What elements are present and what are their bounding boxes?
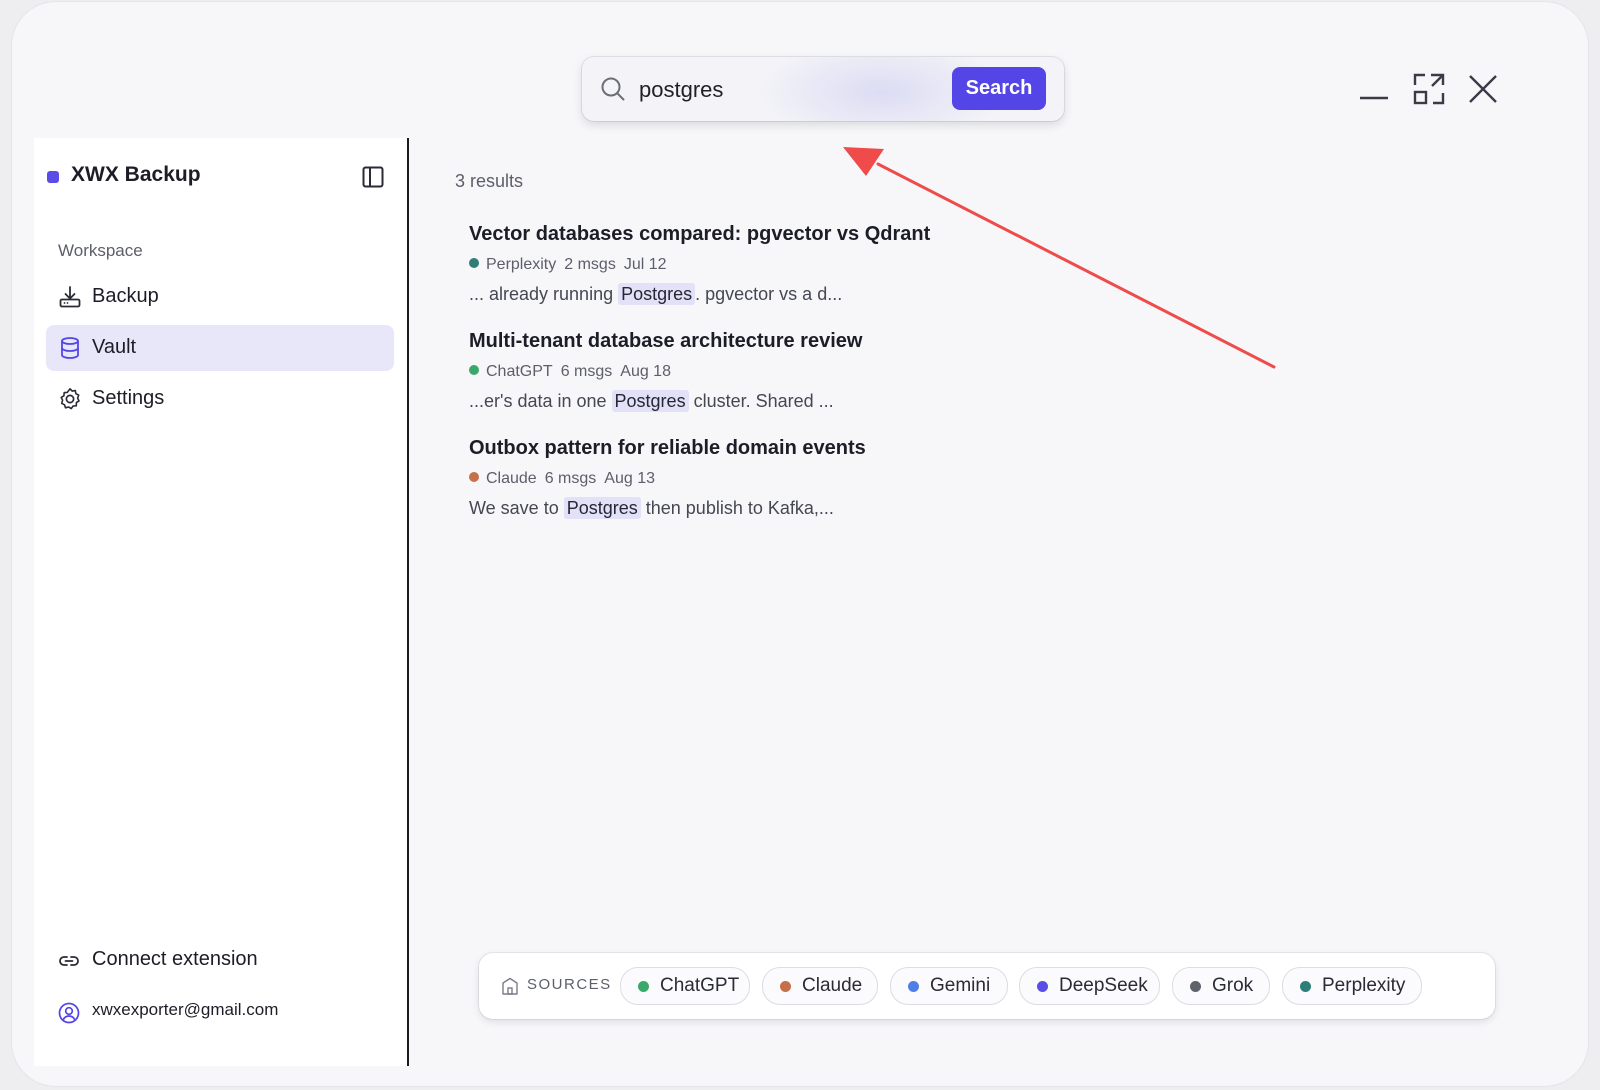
source-dot-icon (469, 365, 479, 375)
snippet-text: ...er's data in one (469, 391, 612, 411)
snippet-text: then publish to Kafka,... (640, 498, 834, 518)
source-dot-icon (780, 981, 791, 992)
search-input[interactable] (637, 71, 941, 109)
result-date: Jul 12 (623, 256, 667, 273)
brand-name: XWX Backup (71, 163, 201, 186)
result-title[interactable]: Vector databases compared: pgvector vs Q… (469, 223, 1169, 246)
source-chip-label: Gemini (930, 975, 991, 996)
link-icon (59, 956, 79, 966)
result-msgs: 6 msgs (560, 363, 613, 380)
result-snippet: We save to Postgres then publish to Kafk… (469, 497, 1169, 519)
database-icon (61, 337, 79, 359)
source-dot-icon (1300, 981, 1311, 992)
result-msgs: 2 msgs (564, 256, 616, 273)
source-dot-icon (1037, 981, 1048, 992)
maximize-icon[interactable] (1412, 72, 1446, 106)
sidebar-item-label: Backup (92, 285, 159, 307)
source-dot-icon (469, 472, 479, 482)
brand-dot-icon (47, 171, 59, 183)
minimize-icon[interactable] (1358, 72, 1392, 106)
sidebar-item-settings[interactable]: Settings (46, 376, 394, 422)
snippet-text: We save to (469, 498, 564, 518)
result-item[interactable]: Vector databases compared: pgvector vs Q… (469, 223, 1169, 305)
source-chip-grok[interactable]: Grok (1172, 967, 1270, 1005)
snippet-text: ... already running (469, 284, 619, 304)
search-bar: Search (582, 57, 1064, 121)
snippet-text: . pgvector vs a d... (695, 284, 843, 304)
sidebar-item-vault[interactable]: Vault (46, 325, 394, 371)
sidebar-toggle-icon[interactable] (362, 166, 384, 188)
source-dot-icon (469, 258, 479, 268)
sidebar-item-label: Vault (92, 336, 137, 358)
source-dot-icon (638, 981, 649, 992)
result-title[interactable]: Outbox pattern for reliable domain event… (469, 437, 1169, 460)
result-msgs: 6 msgs (544, 470, 597, 487)
account-email: xwxexporter@gmail.com (92, 1000, 279, 1019)
source-chip-claude[interactable]: Claude (762, 967, 878, 1005)
result-snippet: ...er's data in one Postgres cluster. Sh… (469, 390, 1169, 412)
search-button[interactable]: Search (952, 67, 1046, 110)
source-chip-label: DeepSeek (1059, 975, 1148, 996)
user-circle-icon (58, 1002, 80, 1024)
source-chip-chatgpt[interactable]: ChatGPT (620, 967, 750, 1005)
result-meta: Claude 6 msgs Aug 13 (469, 470, 1169, 488)
source-chip-deepseek[interactable]: DeepSeek (1019, 967, 1160, 1005)
snippet-text: cluster. Shared ... (688, 391, 834, 411)
source-chip-label: Perplexity (1322, 975, 1406, 996)
result-snippet: ... already running Postgres. pgvector v… (469, 283, 1169, 305)
source-chip-perplexity[interactable]: Perplexity (1282, 967, 1422, 1005)
sidebar: XWX Backup Workspace Backup Vault Settin… (34, 138, 409, 1066)
snippet-highlight: Postgres (563, 497, 641, 519)
snippet-highlight: Postgres (611, 390, 689, 412)
result-item[interactable]: Multi-tenant database architecture revie… (469, 330, 1169, 412)
result-meta: Perplexity 2 msgs Jul 12 (469, 256, 1169, 274)
connect-extension-label: Connect extension (92, 948, 258, 970)
result-meta: ChatGPT 6 msgs Aug 18 (469, 363, 1169, 381)
result-date: Aug 18 (620, 363, 671, 380)
building-icon (502, 977, 518, 995)
result-title[interactable]: Multi-tenant database architecture revie… (469, 330, 1169, 353)
result-source: Perplexity (486, 256, 557, 273)
source-dot-icon (1190, 981, 1201, 992)
result-source: ChatGPT (486, 363, 553, 380)
sources-label: SOURCES (527, 976, 612, 993)
source-chip-label: ChatGPT (660, 975, 740, 996)
snippet-highlight: Postgres (618, 283, 696, 305)
gear-icon (60, 388, 80, 410)
result-item[interactable]: Outbox pattern for reliable domain event… (469, 437, 1169, 519)
section-label-workspace: Workspace (58, 241, 143, 260)
search-icon (601, 77, 625, 101)
source-chip-label: Grok (1212, 975, 1254, 996)
download-tray-icon (59, 286, 81, 308)
source-dot-icon (908, 981, 919, 992)
sources-bar: SOURCES ChatGPT Claude Gemini DeepSeek G… (479, 953, 1495, 1019)
result-date: Aug 13 (604, 470, 655, 487)
sidebar-item-backup[interactable]: Backup (46, 274, 394, 320)
result-source: Claude (486, 470, 537, 487)
source-chip-gemini[interactable]: Gemini (890, 967, 1008, 1005)
results-count: 3 results (455, 171, 524, 191)
close-icon[interactable] (1466, 72, 1500, 106)
sidebar-item-label: Settings (92, 387, 165, 409)
source-chip-label: Claude (802, 975, 863, 996)
